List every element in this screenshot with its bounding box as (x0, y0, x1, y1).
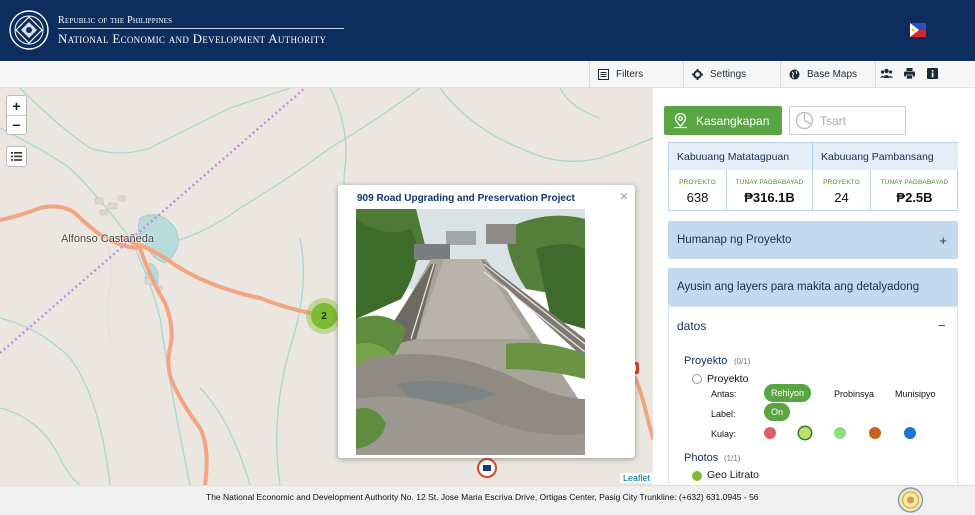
settings-button[interactable]: Settings (683, 61, 780, 88)
color-swatch-5[interactable] (904, 427, 916, 439)
tab-tsart[interactable]: Tsart (789, 106, 906, 135)
footer-seal-icon (897, 487, 924, 513)
pambansang-proyekto-label: PROYEKTO (823, 179, 860, 186)
label-label: Label: (711, 409, 736, 419)
antas-label: Antas: (711, 389, 737, 399)
totals-table: Kabuuang Matatagpuan Kabuuang Pambansang… (668, 142, 958, 211)
label-toggle-on[interactable]: On (764, 403, 790, 421)
layers-heading: Ayusin ang layers para makita ang detaly… (677, 281, 920, 293)
pambansang-header: Kabuuang Pambansang (813, 143, 958, 170)
proyekto-radio-label: Proyekto (707, 373, 749, 385)
matatagpuan-proyekto-value: 638 (686, 190, 709, 205)
list-icon (11, 152, 22, 161)
popup-title: 909 Road Upgrading and Preservation Proj… (357, 193, 575, 204)
matatagpuan-pagbabayad-label: TUNAY PAGBABAYAD (735, 179, 804, 186)
geo-litrato-radio[interactable] (692, 471, 702, 481)
bridge-photo-image (356, 209, 585, 455)
map-pin-icon (674, 112, 687, 129)
antas-option-munisipyo[interactable]: Munisipyo (895, 389, 936, 399)
matatagpuan-pagbabayad-value: ₱316.1B (744, 190, 795, 205)
gear-icon (692, 69, 703, 80)
zoom-out-button[interactable]: − (7, 115, 26, 134)
settings-label: Settings (710, 69, 747, 80)
cluster-count: 2 (311, 303, 337, 329)
proyekto-group-count: (0/1) (734, 357, 751, 366)
print-icon[interactable] (904, 68, 915, 79)
pambansang-proyekto-value: 24 (834, 190, 849, 205)
kulay-label: Kulay: (711, 429, 737, 439)
republic-label: Republic of the Philippines (58, 15, 173, 26)
proyekto-radio[interactable] (692, 374, 702, 384)
photos-group-title: Photos (684, 452, 719, 464)
geo-litrato-label: Geo Litrato (707, 469, 759, 481)
agency-title: National Economic and Development Author… (58, 31, 327, 46)
antas-option-rehiyon[interactable]: Rehiyon (764, 384, 811, 402)
search-projects-label: Humanap ng Proyekto (677, 234, 792, 246)
matatagpuan-proyekto-label: PROYEKTO (679, 179, 716, 186)
antas-option-probinsya[interactable]: Probinsya (834, 389, 874, 399)
tab-kasangkapan[interactable]: Kasangkapan (664, 106, 782, 135)
layers-list-button[interactable] (6, 146, 27, 167)
color-swatch-1[interactable] (764, 427, 776, 439)
pambansang-pagbabayad-value: ₱2.5B (896, 190, 933, 205)
filters-button[interactable]: Filters (589, 61, 683, 88)
globe-icon (789, 69, 800, 80)
pie-chart-icon (795, 111, 814, 130)
matatagpuan-header: Kabuuang Matatagpuan (669, 143, 813, 170)
basemaps-button[interactable]: Base Maps (780, 61, 875, 88)
datos-label: datos (677, 319, 707, 333)
town-label: Alfonso Castañeda (61, 233, 154, 245)
philippine-flag-icon[interactable] (910, 23, 926, 37)
leaflet-attribution-link[interactable]: Leaflet (620, 473, 654, 483)
site-header: Republic of the Philippines National Eco… (0, 0, 975, 61)
header-divider (58, 28, 344, 29)
project-popup: 909 Road Upgrading and Preservation Proj… (338, 185, 635, 458)
footer-address: The National Economic and Development Au… (206, 492, 759, 502)
collapse-icon[interactable]: − (938, 318, 946, 333)
popup-close-button[interactable]: × (620, 188, 628, 204)
project-cluster-marker[interactable]: 2 (306, 298, 342, 334)
filters-label: Filters (616, 69, 644, 80)
expand-icon: + (939, 232, 947, 248)
tab-tsart-label: Tsart (820, 113, 847, 128)
color-swatch-3[interactable] (834, 427, 846, 439)
neda-seal-icon (9, 10, 49, 50)
layers-accordion[interactable]: Ayusin ang layers para makita ang detaly… (668, 268, 958, 306)
pambansang-pagbabayad-label: TUNAY PAGBABAYAD (880, 179, 949, 186)
color-swatch-2[interactable] (799, 427, 811, 439)
photos-group-count: (1/1) (724, 454, 741, 463)
zoom-control: + − (6, 95, 27, 135)
zoom-in-button[interactable]: + (7, 96, 26, 115)
basemaps-label: Base Maps (807, 69, 858, 80)
search-projects-accordion[interactable]: Humanap ng Proyekto + (668, 221, 958, 259)
color-swatch-4[interactable] (869, 427, 881, 439)
project-photo (356, 209, 585, 455)
filters-icon (598, 69, 609, 80)
proyekto-group-title: Proyekto (684, 355, 728, 367)
users-icon[interactable] (880, 68, 893, 79)
info-icon[interactable] (927, 68, 938, 79)
tab-kasangkapan-label: Kasangkapan (696, 113, 770, 128)
